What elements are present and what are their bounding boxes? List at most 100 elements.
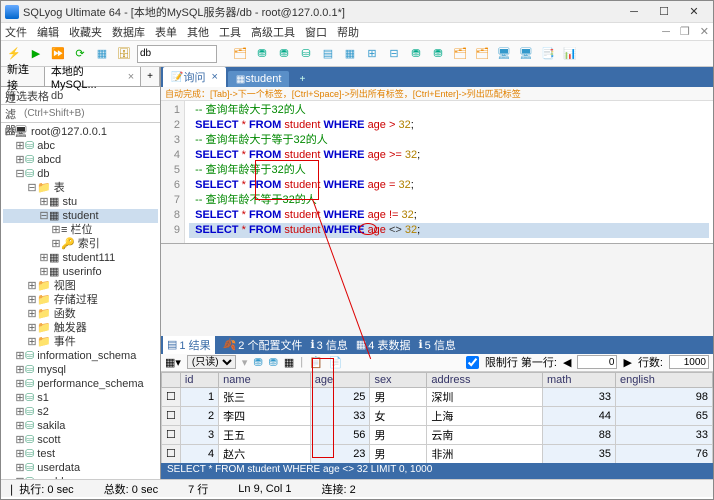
db-selector[interactable] [137, 45, 217, 63]
paste-icon[interactable]: 📄 [329, 356, 343, 369]
menu-edit[interactable]: 编辑 [37, 24, 59, 40]
status-bar: ❘ 执行: 0 sec 总数: 0 sec 7 行 Ln 9, Col 1 连接… [1, 479, 713, 497]
table-row[interactable]: ☐1张三25男深圳3398 [162, 387, 713, 406]
tool-5-icon[interactable]: ▤ [319, 45, 337, 63]
win-close-icon[interactable]: ✕ [700, 25, 709, 38]
col-header[interactable]: sex [370, 372, 427, 387]
line-gutter: 123456789 [161, 101, 185, 243]
conn-tab-new[interactable]: 新连接 [1, 67, 45, 86]
readonly-combo[interactable]: (只读) [187, 355, 236, 369]
tool-e-icon[interactable]: 🗂 [451, 45, 469, 63]
menu-file[interactable]: 文件 [5, 24, 27, 40]
nav-next-icon[interactable]: ▶ [623, 356, 631, 369]
grid-icon[interactable]: ▦▾ [165, 356, 181, 369]
limit-label: 限制行 第一行: [485, 354, 557, 370]
col-header[interactable]: id [180, 372, 218, 387]
status-lines: 7 行 [188, 481, 208, 497]
grid-toggle-icon[interactable]: ▦ [284, 356, 294, 369]
table-row[interactable]: ☐4赵六23男非洲3576 [162, 444, 713, 463]
col-header[interactable]: english [615, 372, 712, 387]
tool-d-icon[interactable]: ⛃ [429, 45, 447, 63]
row-checkbox[interactable]: ☐ [162, 425, 181, 444]
menu-adv[interactable]: 高级工具 [251, 24, 295, 40]
rows-label: 行数: [638, 354, 663, 370]
filter-input[interactable] [24, 108, 156, 119]
row-checkbox[interactable]: ☐ [162, 387, 181, 406]
result-toolbar: ▦▾ (只读) ▾ ⛃ ⛃ ▦ | 📋 📄 限制行 第一行: ◀ ▶ 行数: [161, 354, 713, 372]
col-header[interactable]: math [543, 372, 616, 387]
executed-sql: SELECT * FROM student WHERE age <> 32 LI… [161, 463, 713, 479]
filter-db: db [51, 90, 63, 102]
stop-icon[interactable]: ⟳ [71, 45, 89, 63]
title-bar: SQLyog Ultimate 64 - [本地的MySQL服务器/db - r… [1, 1, 713, 23]
tool-a-icon[interactable]: ⊞ [363, 45, 381, 63]
tool-i-icon[interactable]: 📑 [539, 45, 557, 63]
rtab-profile[interactable]: 🍂 2 个配置文件 [223, 337, 303, 353]
first-row-input[interactable] [577, 355, 617, 369]
col-header[interactable]: address [427, 372, 543, 387]
tool-j-icon[interactable]: 📊 [561, 45, 579, 63]
rtab-result[interactable]: ▤ 1 结果 [163, 336, 215, 354]
limit-checkbox[interactable] [466, 356, 479, 369]
run-all-icon[interactable]: ⏩ [49, 45, 67, 63]
tool-3-icon[interactable]: ⛃ [275, 45, 293, 63]
export2-icon[interactable]: ⛃ [269, 356, 278, 369]
tool-1-icon[interactable]: 🗂 [231, 45, 249, 63]
menu-fav[interactable]: 收藏夹 [69, 24, 102, 40]
tool-b-icon[interactable]: ⊟ [385, 45, 403, 63]
menu-window[interactable]: 窗口 [305, 24, 327, 40]
win-restore-icon[interactable]: ❐ [680, 25, 690, 38]
close-button[interactable]: ✕ [679, 2, 709, 22]
app-icon [5, 5, 19, 19]
result-grid[interactable]: idnameagesexaddressmathenglish☐1张三25男深圳3… [161, 372, 713, 464]
tool-g-icon[interactable]: 🖥 [495, 45, 513, 63]
win-min-icon[interactable]: ─ [662, 26, 670, 38]
tool-f-icon[interactable]: 🗂 [473, 45, 491, 63]
row-checkbox[interactable]: ☐ [162, 406, 181, 425]
menu-help[interactable]: 帮助 [337, 24, 359, 40]
menu-other[interactable]: 其他 [187, 24, 209, 40]
row-checkbox[interactable]: ☐ [162, 444, 181, 463]
conn-tab-local[interactable]: 本地的MySQL...× [45, 67, 141, 86]
rtab-info[interactable]: ℹ 3 信息 [310, 337, 347, 353]
rows-input[interactable] [669, 355, 709, 369]
nav-first-icon[interactable]: ◀ [563, 356, 571, 369]
export-icon[interactable]: ⛃ [253, 356, 262, 369]
tool-6-icon[interactable]: ▦ [341, 45, 359, 63]
col-header[interactable]: age [310, 372, 370, 387]
close-icon[interactable]: × [128, 71, 134, 83]
table-row[interactable]: ☐3王五56男云南8833 [162, 425, 713, 444]
main-panel: 📝 询问× ▦ student + 自动完成：[Tab]->下一个标签，[Ctr… [161, 67, 713, 479]
tab-add[interactable]: + [291, 72, 313, 87]
sql-editor[interactable]: 123456789 -- 查询年龄大于32的人 SELECT * FROM st… [161, 101, 713, 243]
tool-4-icon[interactable]: ⛁ [297, 45, 315, 63]
sidebar: 新连接 本地的MySQL...× + 筛选表格 db 过滤器 ⊟🖥 root@1… [1, 67, 161, 479]
tool-c-icon[interactable]: ⛃ [407, 45, 425, 63]
tool-h-icon[interactable]: 🖥 [517, 45, 535, 63]
tab-query[interactable]: 📝 询问× [163, 67, 226, 87]
autocomplete-hint: 自动完成：[Tab]->下一个标签，[Ctrl+Space]->列出所有标签，[… [161, 87, 713, 101]
status-total: 总数: 0 sec [104, 481, 158, 497]
maximize-button[interactable]: ☐ [649, 2, 679, 22]
col-header[interactable] [162, 372, 181, 387]
db-icon: 🗄 [115, 45, 133, 63]
schema-tree[interactable]: ⊟🖥 root@127.0.0.1 ⊞⛁ abc ⊞⛁ abcd ⊟⛁ db ⊟… [1, 123, 160, 479]
copy-icon[interactable]: 📋 [309, 356, 323, 369]
tab-student[interactable]: ▦ student [228, 71, 290, 87]
format-icon[interactable]: ▦ [93, 45, 111, 63]
col-header[interactable]: name [219, 372, 311, 387]
table-row[interactable]: ☐2李四33女上海4465 [162, 406, 713, 425]
close-icon[interactable]: × [211, 71, 217, 83]
minimize-button[interactable]: ─ [619, 2, 649, 22]
rtab-info2[interactable]: ℹ 5 信息 [418, 337, 455, 353]
tool-2-icon[interactable]: ⛃ [253, 45, 271, 63]
window-title: SQLyog Ultimate 64 - [本地的MySQL服务器/db - r… [23, 4, 619, 20]
menu-tools[interactable]: 工具 [219, 24, 241, 40]
menu-db[interactable]: 数据库 [112, 24, 145, 40]
status-exec: 执行: 0 sec [19, 484, 73, 496]
menu-bar: 文件 编辑 收藏夹 数据库 表单 其他 工具 高级工具 窗口 帮助 ─ ❐ ✕ [1, 23, 713, 41]
menu-table[interactable]: 表单 [155, 24, 177, 40]
conn-tab-add[interactable]: + [141, 67, 160, 86]
status-conn: 连接: 2 [321, 481, 355, 497]
status-pos: Ln 9, Col 1 [238, 483, 291, 495]
